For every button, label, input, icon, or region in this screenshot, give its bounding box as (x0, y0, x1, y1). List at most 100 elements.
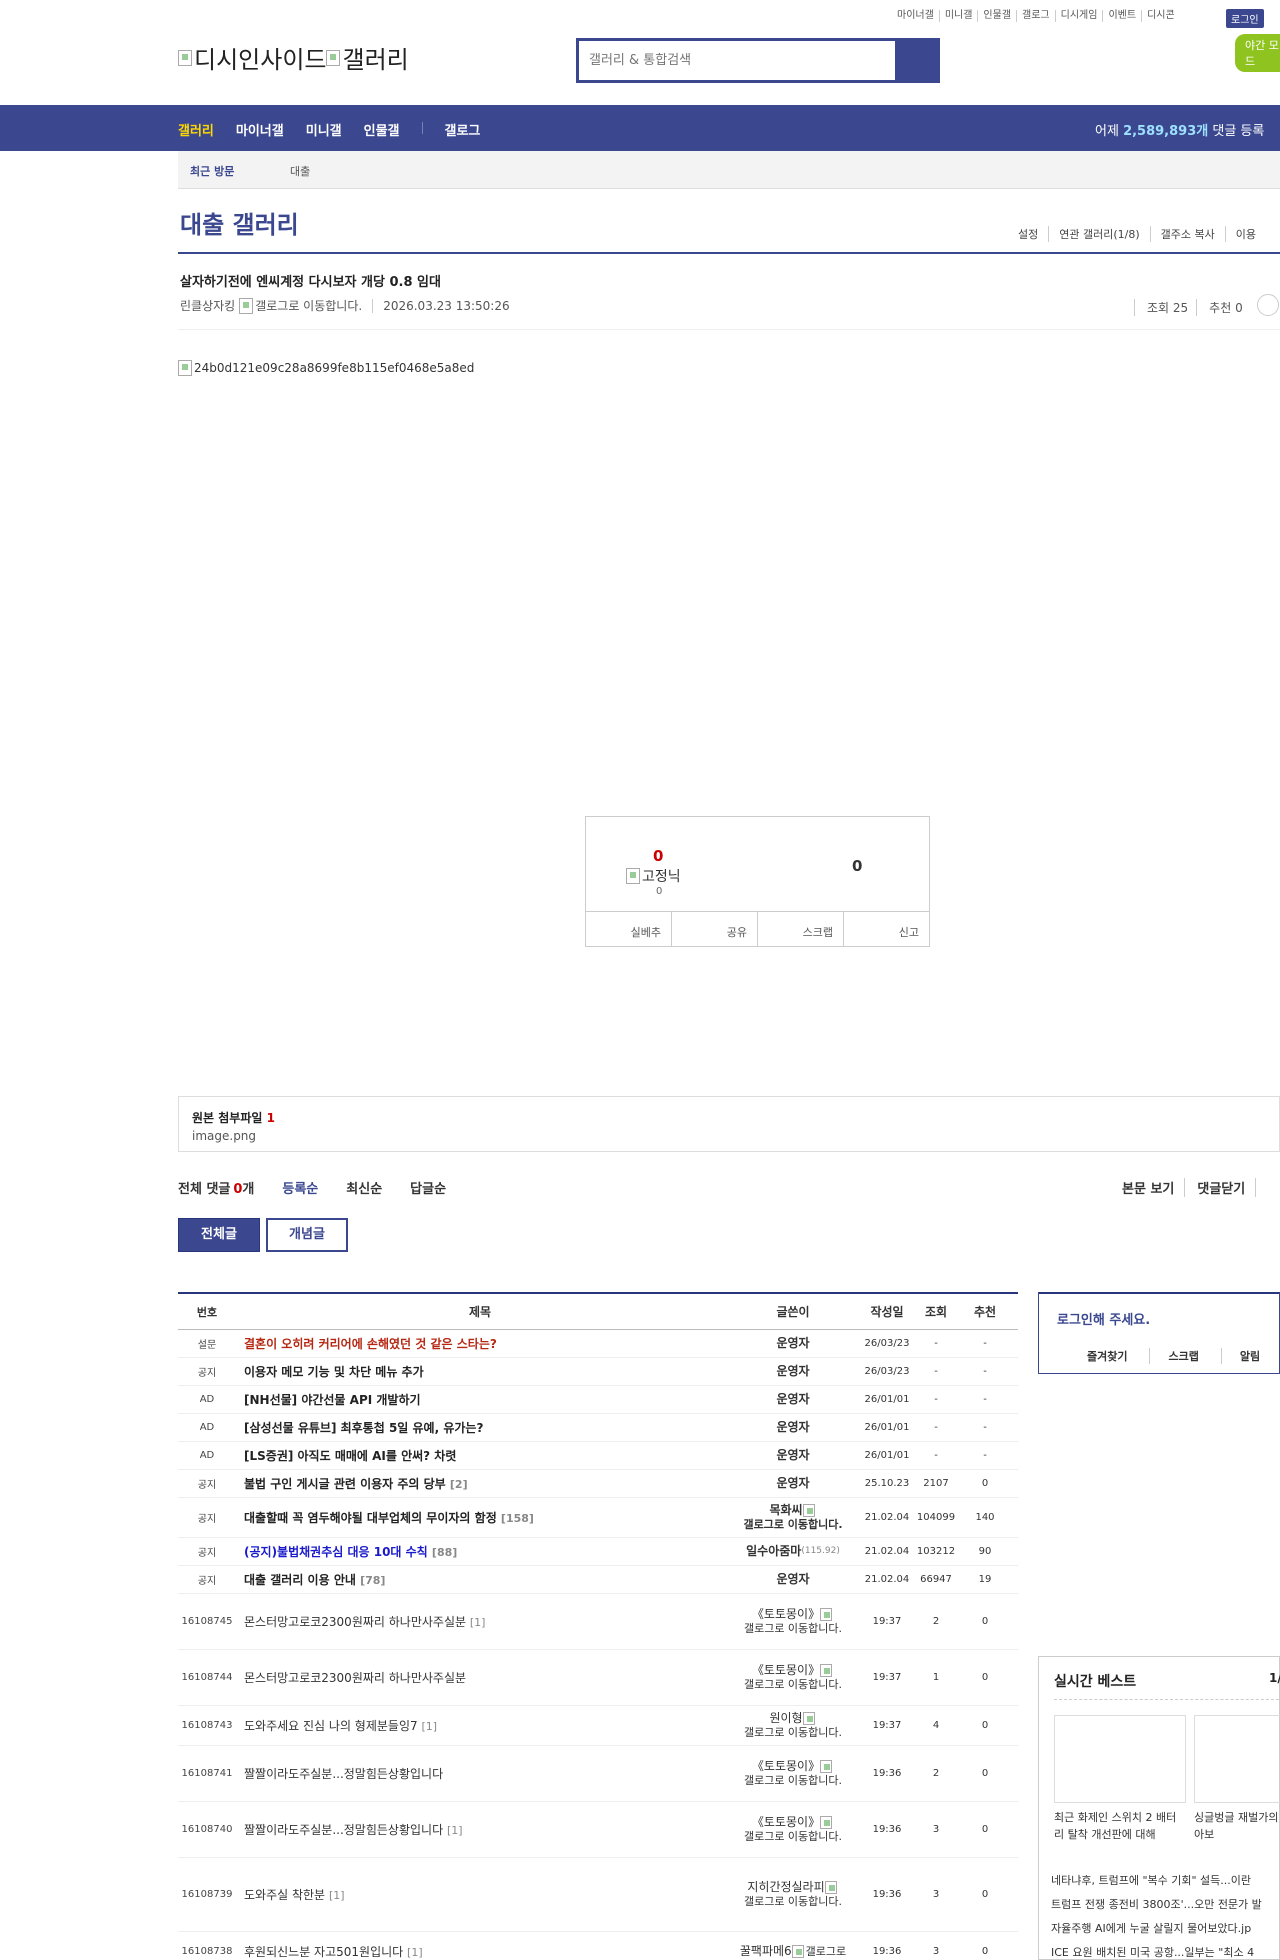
writer-name[interactable]: 원이형 (769, 1711, 802, 1726)
site-logo[interactable]: 디시인사이드 갤러리 (178, 40, 409, 75)
writer-name[interactable]: 운영자 (776, 1476, 809, 1491)
gallog-icon[interactable] (820, 1816, 833, 1829)
post-writer[interactable]: 운영자 (724, 1420, 862, 1435)
list-post-title[interactable]: (공지)불법채권추심 대응 10대 수칙 (244, 1545, 428, 1559)
table-row[interactable]: 16108745 몬스터망고로코2300원짜리 하나만사주실분 [1] 《토토몽이》… (178, 1594, 1018, 1650)
post-title-cell[interactable]: 결혼이 오히려 커리어에 손해였던 것 같은 스타는? (236, 1335, 724, 1352)
post-title-cell[interactable]: 몬스터망고로코2300원짜리 하나만사주실분 [1] (236, 1613, 724, 1630)
gallog-icon[interactable] (824, 1881, 837, 1894)
top-link-gallog[interactable]: 갤로그 (1017, 10, 1056, 22)
nav-mini[interactable]: 미니갤 (306, 120, 342, 139)
writer-name[interactable]: 꿀팩파메6 (740, 1944, 792, 1959)
table-row[interactable]: 설문 결혼이 오히려 커리어에 손해였던 것 같은 스타는? 운영자 26/03/23… (178, 1330, 1018, 1358)
search-input[interactable] (579, 41, 895, 80)
top-link-minor[interactable]: 마이너갤 (892, 10, 940, 22)
writer-gallog[interactable]: 갤로그로 이동합니다. (744, 1895, 842, 1909)
post-title-cell[interactable]: 불법 구인 게시글 관련 이용자 주의 당부 [2] (236, 1475, 724, 1492)
post-writer[interactable]: 《토토몽이》 갤로그로 이동합니다. (724, 1759, 862, 1788)
list-post-title[interactable]: 짤짤이라도주실분...정말힘든상황입니다 (244, 1767, 443, 1781)
list-post-title[interactable]: 대출할때 꼭 염두해야될 대부업체의 무이자의 함정 (244, 1511, 497, 1525)
gallog-icon[interactable] (820, 1608, 833, 1621)
writer-gallog[interactable]: 갤로그로 이동합니다. (743, 1518, 842, 1532)
post-title-cell[interactable]: 이용자 메모 기능 및 차단 메뉴 추가 (236, 1363, 724, 1380)
table-row[interactable]: 공지 불법 구인 게시글 관련 이용자 주의 당부 [2] 운영자 25.10.23 2… (178, 1470, 1018, 1498)
post-writer[interactable]: 운영자 (724, 1572, 862, 1587)
scrap-link[interactable]: 스크랩 (1168, 1348, 1222, 1364)
table-row[interactable]: 16108744 몬스터망고로코2300원짜리 하나만사주실분 《토토몽이》 갤로그로… (178, 1650, 1018, 1706)
post-title-cell[interactable]: 대출 갤러리 이용 안내 [78] (236, 1571, 724, 1588)
share-button[interactable]: 공유 (672, 912, 758, 946)
list-post-title[interactable]: [삼성선물 유튜브] 최후통첩 5일 유예, 유가는? (244, 1421, 483, 1435)
scrap-button[interactable]: 스크랩 (758, 912, 844, 946)
gallog-icon[interactable] (239, 297, 254, 314)
recent-visit-item[interactable]: 대출 (290, 163, 310, 179)
writer-name[interactable]: 《토토몽이》 (752, 1607, 820, 1622)
reply-count[interactable]: [158] (501, 1512, 534, 1525)
writer-name[interactable]: 운영자 (776, 1336, 809, 1351)
table-row[interactable]: AD [LS증권] 아직도 매매에 AI를 안써? 차렷 운영자 26/01/01 - - (178, 1442, 1018, 1470)
best-thumbnail[interactable] (1054, 1715, 1186, 1803)
gallery-settings-link[interactable]: 설정 (1008, 226, 1050, 242)
table-row[interactable]: AD [삼성선물 유튜브] 최후통첩 5일 유예, 유가는? 운영자 26/01/01… (178, 1414, 1018, 1442)
reply-count[interactable]: [1] (329, 1889, 345, 1902)
usage-link[interactable]: 이용 (1226, 226, 1266, 242)
report-button[interactable]: 신고 (844, 912, 929, 946)
writer-name[interactable]: 지히간정실라피 (747, 1880, 824, 1895)
reply-count[interactable]: [1] (421, 1720, 437, 1733)
nav-minor[interactable]: 마이너갤 (236, 120, 284, 139)
best-thumb-caption[interactable]: 싱글벙글 재벌가의 대학을 알아보 (1194, 1809, 1280, 1843)
writer-name[interactable]: 일수아줌마 (746, 1544, 801, 1559)
top-link-mini[interactable]: 미니갤 (940, 10, 979, 22)
writer-name[interactable]: 《토토몽이》 (752, 1759, 820, 1774)
list-post-title[interactable]: [NH선물] 야간선물 API 개발하기 (244, 1393, 421, 1407)
gallog-icon[interactable] (791, 1945, 804, 1958)
list-post-title[interactable]: 도와주실 착한분 (244, 1888, 325, 1902)
post-writer[interactable]: 목화씨 갤로그로 이동합니다. (724, 1503, 862, 1532)
post-writer[interactable]: 일수아줌마 (115.92) (724, 1544, 862, 1559)
best-thumbnail[interactable] (1194, 1715, 1280, 1803)
writer-gallog[interactable]: 갤로그로 (806, 1945, 846, 1959)
post-author-gallog[interactable]: 갤로그로 이동합니다. (255, 297, 362, 314)
writer-name[interactable]: 운영자 (776, 1420, 809, 1435)
table-row[interactable]: 16108740 짤짤이라도주실분...정말힘든상황입니다 [1] 《토토몽이》 갤로… (178, 1802, 1018, 1858)
post-title-cell[interactable]: [삼성선물 유튜브] 최후통첩 5일 유예, 유가는? (236, 1419, 724, 1436)
post-title-cell[interactable]: (공지)불법채권추심 대응 10대 수칙 [88] (236, 1543, 724, 1560)
post-writer[interactable]: 운영자 (724, 1392, 862, 1407)
gallery-title[interactable]: 대출 갤러리 (180, 205, 299, 240)
best-list-item[interactable]: ICE 요원 배치된 미국 공항...일부는 "최소 4 (1051, 1941, 1262, 1960)
list-post-title[interactable]: 몬스터망고로코2300원짜리 하나만사주실분 (244, 1671, 466, 1685)
best-thumb-caption[interactable]: 최근 화제인 스위치 2 배터리 탈착 개선판에 대해 (1054, 1809, 1186, 1843)
post-writer[interactable]: 《토토몽이》 갤로그로 이동합니다. (724, 1815, 862, 1844)
writer-name[interactable]: 운영자 (776, 1392, 809, 1407)
best-list-item[interactable]: 네타냐후, 트럼프에 "복수 기회" 설득...이란 (1051, 1869, 1262, 1893)
table-row[interactable]: 공지 대출할때 꼭 염두해야될 대부업체의 무이자의 함정 [158] 목화씨 갤로그… (178, 1498, 1018, 1538)
post-writer[interactable]: 원이형 갤로그로 이동합니다. (724, 1711, 862, 1740)
table-row[interactable]: 공지 대출 갤러리 이용 안내 [78] 운영자 21.02.04 66947 19 (178, 1566, 1018, 1594)
top-link-game[interactable]: 디시게임 (1056, 10, 1104, 22)
table-row[interactable]: 16108741 짤짤이라도주실분...정말힘든상황입니다 《토토몽이》 갤로그로 이… (178, 1746, 1018, 1802)
table-row[interactable]: 16108743 도와주세요 진심 나의 형제분들잉7 [1] 원이형 갤로그로 이동… (178, 1706, 1018, 1746)
post-title-cell[interactable]: 후원되신느분 자고501원입니다 [1] (236, 1943, 724, 1960)
post-title-cell[interactable]: [LS증권] 아직도 매매에 AI를 안써? 차렷 (236, 1447, 724, 1464)
list-post-title[interactable]: [LS증권] 아직도 매매에 AI를 안써? 차렷 (244, 1449, 456, 1463)
table-row[interactable]: 16108739 도와주실 착한분 [1] 지히간정실라피 갤로그로 이동합니다. 19… (178, 1858, 1018, 1932)
list-post-title[interactable]: 도와주세요 진심 나의 형제분들잉7 (244, 1719, 418, 1733)
gallog-icon[interactable] (802, 1504, 815, 1517)
writer-gallog[interactable]: 갤로그로 이동합니다. (744, 1678, 842, 1692)
gallog-icon[interactable] (820, 1760, 833, 1773)
writer-name[interactable]: 《토토몽이》 (752, 1815, 820, 1830)
post-title-cell[interactable]: 몬스터망고로코2300원짜리 하나만사주실분 (236, 1669, 724, 1686)
sort-registered[interactable]: 등록순 (282, 1178, 318, 1197)
close-comments-link[interactable]: 댓글닫기 (1197, 1178, 1257, 1197)
post-writer[interactable]: 《토토몽이》 갤로그로 이동합니다. (724, 1607, 862, 1636)
table-row[interactable]: 16108738 후원되신느분 자고501원입니다 [1] 꿀팩파메6 갤로그로 19:… (178, 1932, 1018, 1960)
sort-latest[interactable]: 최신순 (346, 1178, 382, 1197)
post-title-cell[interactable]: 도와주실 착한분 [1] (236, 1886, 724, 1903)
nav-gallog[interactable]: 갤로그 (445, 120, 481, 139)
table-row[interactable]: 공지 (공지)불법채권추심 대응 10대 수칙 [88] 일수아줌마 (115.92… (178, 1538, 1018, 1566)
list-post-title[interactable]: 결혼이 오히려 커리어에 손해였던 것 같은 스타는? (244, 1337, 497, 1351)
login-prompt[interactable]: 로그인해 주세요. (1057, 1309, 1150, 1328)
attachment-file[interactable]: image.png (192, 1129, 256, 1143)
reply-count[interactable]: [1] (447, 1824, 463, 1837)
reply-count[interactable]: [1] (470, 1616, 486, 1629)
